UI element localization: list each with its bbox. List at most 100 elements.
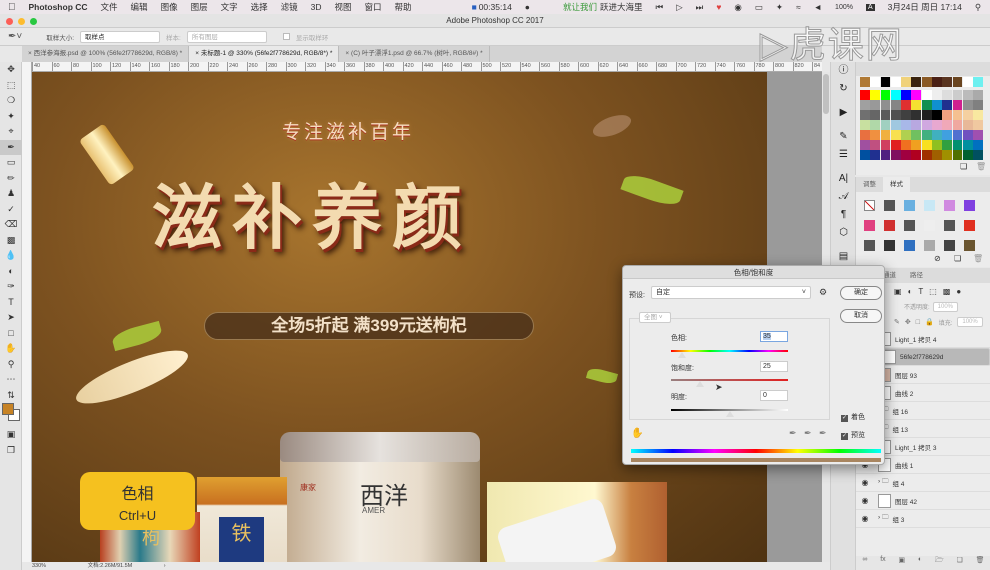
layer-name[interactable]: 组 16 <box>892 406 908 416</box>
next-track-icon[interactable]: ⏭ <box>696 2 704 13</box>
sample-select[interactable]: 所有图层 <box>186 30 267 43</box>
swatch[interactable] <box>901 140 911 150</box>
swatch[interactable] <box>942 140 953 150</box>
zoom-tool-icon[interactable]: ⚲ <box>0 357 22 373</box>
brush-tool-icon[interactable]: ✏ <box>0 171 22 187</box>
layer-name[interactable]: Light_1 拷贝 4 <box>895 334 937 344</box>
prev-track-icon[interactable]: ⏮ <box>655 2 663 13</box>
swatch[interactable] <box>880 77 891 87</box>
swatch[interactable] <box>870 130 881 140</box>
preset-select[interactable]: 自定 ˅ <box>651 286 811 299</box>
menu-view[interactable]: 视图 <box>335 1 352 13</box>
subtract-from-sample-eyedropper-icon[interactable]: ✒ <box>819 428 827 439</box>
new-swatch-icon[interactable]: ❏ <box>960 162 967 171</box>
swatch[interactable] <box>890 90 901 100</box>
delete-swatch-icon[interactable]: 🗑 <box>976 162 986 171</box>
swatch[interactable] <box>911 77 922 87</box>
swatch[interactable] <box>921 150 932 160</box>
swatch[interactable] <box>973 150 984 160</box>
swatch[interactable] <box>901 100 911 110</box>
dialog-title[interactable]: 色相/饱和度 <box>623 266 884 279</box>
style-preset[interactable] <box>920 216 939 235</box>
swatch[interactable] <box>911 110 922 120</box>
targeted-adjustment-hand-icon[interactable]: ✋ <box>631 428 643 439</box>
swatch[interactable] <box>952 110 963 120</box>
swatch[interactable] <box>890 150 901 160</box>
filter-pixel-icon[interactable]: ▣ <box>894 287 902 296</box>
swatch[interactable] <box>932 110 942 120</box>
magic-wand-tool-icon[interactable]: ✦ <box>0 109 22 125</box>
menu-filter[interactable]: 滤镜 <box>281 1 298 13</box>
link-layers-icon[interactable]: ∞ <box>862 556 867 570</box>
swatch[interactable] <box>932 90 942 100</box>
swatch[interactable] <box>921 110 932 120</box>
show-ring-checkbox[interactable] <box>282 33 290 40</box>
style-preset[interactable] <box>880 196 899 215</box>
swatch[interactable] <box>962 100 973 110</box>
layer-row[interactable]: ◉ 图层 42 <box>856 492 990 510</box>
menu-app[interactable]: Photoshop CC <box>29 2 88 12</box>
layer-name[interactable]: 56fe2f778629d <box>900 352 943 363</box>
history-icon[interactable]: ↻ <box>831 80 856 98</box>
swatch[interactable] <box>901 110 911 120</box>
wifi-icon[interactable]: ≈ <box>796 2 801 12</box>
swatch[interactable] <box>942 110 953 120</box>
rectangle-tool-icon[interactable]: □ <box>0 326 22 342</box>
swatch[interactable] <box>860 140 870 150</box>
style-preset[interactable] <box>880 216 899 235</box>
swatch[interactable] <box>860 120 870 130</box>
healing-tool-icon[interactable]: ▭ <box>0 155 22 171</box>
swatch[interactable] <box>860 90 870 100</box>
crop-tool-icon[interactable]: ⌖ <box>0 124 22 140</box>
menu-select[interactable]: 选择 <box>251 1 268 13</box>
filter-toggle-icon[interactable]: ● <box>956 287 961 296</box>
lightness-slider-thumb[interactable] <box>726 411 734 417</box>
eyedropper-preset-icon[interactable]: ✒˅ <box>8 31 22 42</box>
swatch[interactable] <box>880 140 891 150</box>
glyphs-icon[interactable]: 𝒜 <box>831 188 856 206</box>
airplay-icon[interactable]: ▭ <box>755 2 763 13</box>
style-preset[interactable] <box>940 216 959 235</box>
gradient-tool-icon[interactable]: ▩ <box>0 233 22 249</box>
lasso-tool-icon[interactable]: ❍ <box>0 93 22 109</box>
lightness-input[interactable]: 0 <box>760 390 788 401</box>
tab-document-3[interactable]: × (C) 叶子漂浮1.psd @ 66.7% (树叶, RGB/8#) * <box>339 46 490 62</box>
swatch[interactable] <box>901 77 911 87</box>
swatch[interactable] <box>880 130 891 140</box>
layer-name[interactable]: 组 13 <box>892 424 908 434</box>
swatch[interactable] <box>890 130 901 140</box>
history-brush-tool-icon[interactable]: ✓ <box>0 202 22 218</box>
saturation-slider-track[interactable] <box>671 379 788 381</box>
heart-icon[interactable]: ♥ <box>716 2 721 12</box>
swatch[interactable] <box>973 130 984 140</box>
swatch[interactable] <box>942 120 953 130</box>
properties-icon[interactable]: ▤ <box>831 248 856 266</box>
swatch[interactable] <box>973 110 984 120</box>
swatch[interactable] <box>860 110 870 120</box>
swatch[interactable] <box>890 100 901 110</box>
minimize-window-button[interactable] <box>18 18 25 25</box>
style-preset[interactable] <box>900 216 919 235</box>
style-preset[interactable] <box>860 216 879 235</box>
filter-type-icon[interactable]: T <box>918 287 923 296</box>
character-icon[interactable]: A| <box>831 170 856 188</box>
menu-file[interactable]: 文件 <box>101 1 118 13</box>
brush-presets-icon[interactable]: ✎ <box>831 128 856 146</box>
layer-name[interactable]: 组 3 <box>892 514 904 524</box>
battery-level[interactable]: 100% <box>835 4 853 11</box>
layer-name[interactable]: 曲线 2 <box>895 388 913 398</box>
swatch[interactable] <box>962 77 973 87</box>
menu-window[interactable]: 窗口 <box>365 1 382 13</box>
style-preset[interactable] <box>860 236 879 255</box>
delete-style-icon[interactable]: 🗑 <box>973 254 983 263</box>
style-preset[interactable] <box>960 196 979 215</box>
swatch[interactable] <box>890 77 901 87</box>
swatch[interactable] <box>942 77 953 87</box>
swatch[interactable] <box>932 130 942 140</box>
swatch[interactable] <box>973 140 984 150</box>
swatch[interactable] <box>932 100 942 110</box>
visibility-eye-icon[interactable]: ◉ <box>856 478 874 487</box>
swatch[interactable] <box>911 90 922 100</box>
style-preset[interactable] <box>880 236 899 255</box>
swatch[interactable] <box>870 77 881 87</box>
